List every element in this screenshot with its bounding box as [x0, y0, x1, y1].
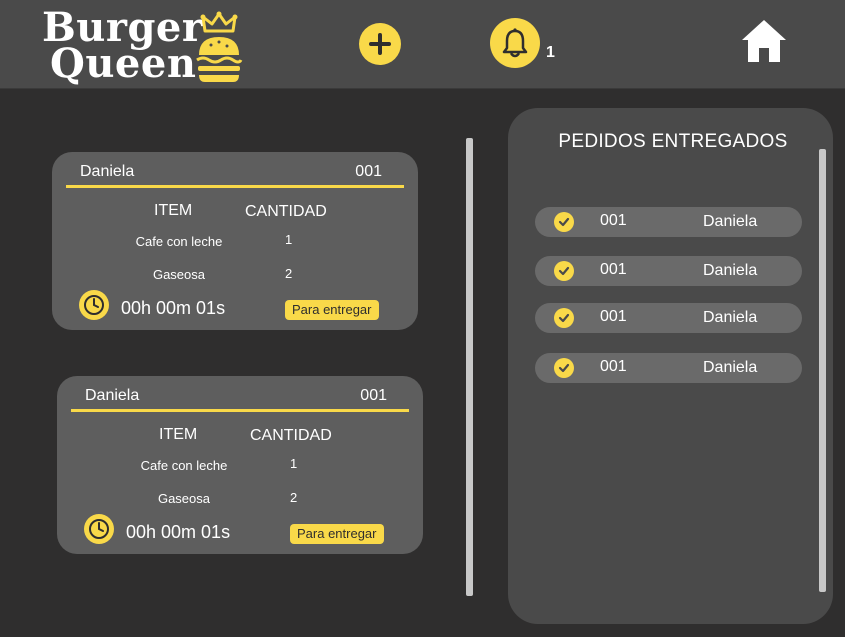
delivered-scrollbar[interactable]	[819, 149, 826, 592]
orders-scrollbar[interactable]	[466, 138, 473, 596]
order-item-name: Cafe con leche	[135, 234, 223, 249]
clock-icon	[84, 514, 114, 544]
delivered-order-number: 001	[600, 261, 627, 278]
order-number: 001	[360, 387, 387, 404]
delivered-order-number: 001	[600, 358, 627, 375]
order-item-qty: 2	[285, 266, 293, 281]
order-item-name: Gaseosa	[152, 267, 206, 282]
delivered-order-row[interactable]: 001 Daniela	[535, 353, 802, 383]
plus-icon	[369, 33, 391, 55]
order-card: Daniela 001 ITEM CANTIDAD Cafe con leche…	[57, 376, 423, 554]
delivered-orders-panel: PEDIDOS ENTREGADOS 001 Daniela 001 Danie…	[508, 108, 833, 624]
check-icon	[554, 358, 574, 378]
order-client-name: Daniela	[85, 387, 140, 404]
add-order-button[interactable]	[359, 23, 401, 65]
order-item-qty: 2	[290, 490, 298, 505]
delivered-order-row[interactable]: 001 Daniela	[535, 303, 802, 333]
quantity-column-header: CANTIDAD	[245, 203, 327, 220]
item-column-header: ITEM	[159, 426, 198, 443]
ready-to-deliver-button[interactable]: Para entregar	[285, 300, 379, 320]
delivered-order-number: 001	[600, 308, 627, 325]
order-item-name: Gaseosa	[157, 491, 211, 506]
home-button[interactable]	[740, 18, 788, 64]
burger-crown-icon	[196, 11, 243, 82]
home-icon	[742, 20, 786, 62]
order-timer: 00h 00m 01s	[121, 298, 226, 318]
order-number: 001	[355, 163, 382, 180]
delivered-client-name: Daniela	[703, 309, 758, 326]
item-column-header: ITEM	[154, 202, 193, 219]
divider	[66, 185, 404, 188]
ready-to-deliver-button[interactable]: Para entregar	[290, 524, 384, 544]
divider	[71, 409, 409, 412]
brand-logo[interactable]: Burger Queen	[42, 6, 247, 86]
order-item-name: Cafe con leche	[140, 458, 228, 473]
order-item-qty: 1	[290, 456, 298, 471]
order-card: Daniela 001 ITEM CANTIDAD Cafe con leche…	[52, 152, 418, 330]
order-item-qty: 1	[285, 232, 293, 247]
top-bar: Burger Queen 1	[0, 0, 845, 89]
order-timer: 00h 00m 01s	[126, 522, 231, 542]
check-icon	[554, 212, 574, 232]
notifications-button[interactable]	[490, 18, 540, 68]
delivered-client-name: Daniela	[703, 262, 758, 279]
check-icon	[554, 261, 574, 281]
brand-word-2: Queen	[50, 40, 197, 87]
delivered-order-number: 001	[600, 212, 627, 229]
delivered-client-name: Daniela	[703, 359, 758, 376]
delivered-order-row[interactable]: 001 Daniela	[535, 207, 802, 237]
clock-icon	[79, 290, 109, 320]
notification-count: 1	[546, 44, 555, 61]
check-icon	[554, 308, 574, 328]
quantity-column-header: CANTIDAD	[250, 427, 332, 444]
bell-icon	[502, 28, 528, 58]
delivered-client-name: Daniela	[703, 213, 758, 230]
delivered-panel-title: PEDIDOS ENTREGADOS	[558, 131, 788, 152]
order-client-name: Daniela	[80, 163, 135, 180]
delivered-order-row[interactable]: 001 Daniela	[535, 256, 802, 286]
